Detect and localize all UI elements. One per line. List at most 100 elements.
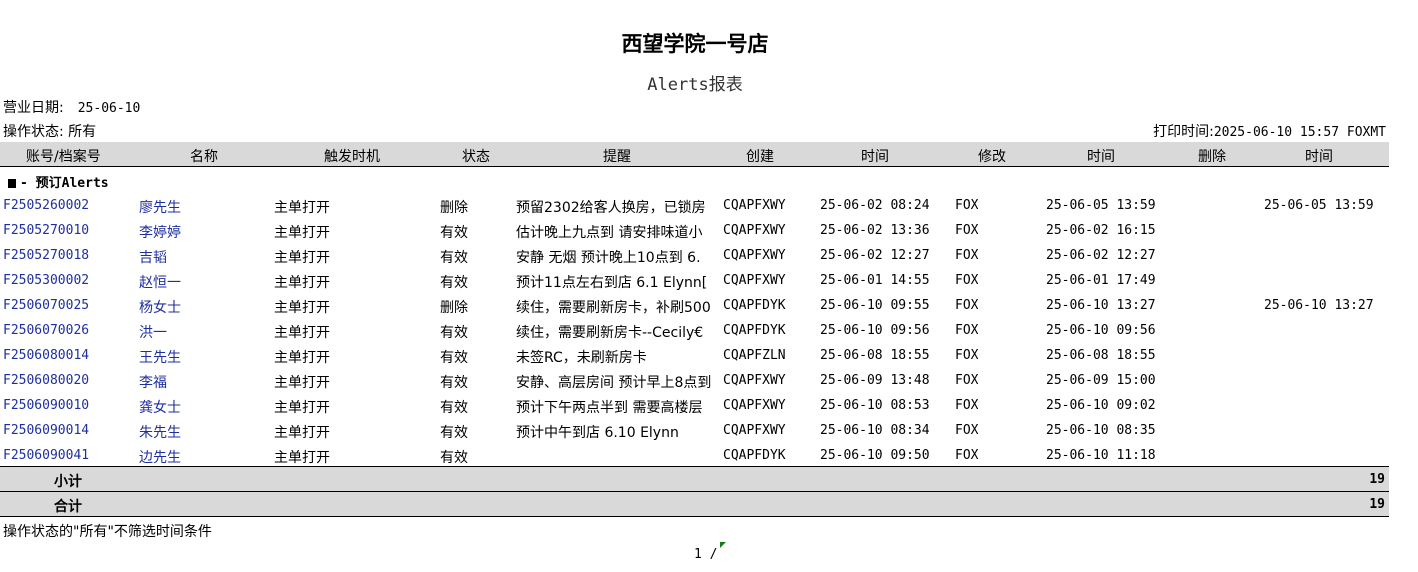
total-label: 合计	[54, 499, 82, 515]
alert-status: 有效	[440, 375, 468, 391]
modified-by: FOX	[955, 323, 979, 338]
table-row: F2505270010 李婷婷 主单打开 有效 估计晚上九点到 请安排味道小 CQAPFX…	[0, 218, 1389, 243]
table-row: F2506090014 朱先生 主单打开 有效 预计中午到店 6.10 Elynn CQA…	[0, 418, 1389, 443]
table-row: F2505300002 赵恒一 主单打开 有效 预计11点左右到店 6.1 Elynn[…	[0, 268, 1389, 293]
subtotal-row: 小计 19	[0, 466, 1389, 491]
created-by: CQAPFXWY	[723, 273, 786, 288]
alert-status: 有效	[440, 350, 468, 366]
modified-by: FOX	[955, 223, 979, 238]
trigger-timing: 主单打开	[274, 200, 330, 216]
status-filter-line: 操作状态: 所有	[3, 124, 97, 140]
group-header: - 预订Alerts	[8, 172, 109, 191]
table-row: F2506090010 龚女士 主单打开 有效 预计下午两点半到 需要高楼层 CQAPFX…	[0, 393, 1389, 418]
account-number[interactable]: F2505270010	[3, 223, 89, 238]
alert-status: 删除	[440, 200, 468, 216]
modified-by: FOX	[955, 423, 979, 438]
created-time: 25-06-08 18:55	[820, 348, 930, 363]
account-number[interactable]: F2505300002	[3, 273, 89, 288]
table-row: F2506080014 王先生 主单打开 有效 未签RC，未刷新房卡 CQAPFZLN 25…	[0, 343, 1389, 368]
alert-status: 有效	[440, 250, 468, 266]
created-by: CQAPFXWY	[723, 398, 786, 413]
page-indicator: 1 /	[694, 547, 718, 562]
created-by: CQAPFDYK	[723, 298, 786, 313]
business-date-line: 营业日期: 25-06-10	[3, 97, 140, 117]
account-number[interactable]: F2506090014	[3, 423, 89, 438]
table-row: F2506070025 杨女士 主单打开 删除 续住，需要刷新房卡，补刷500 CQAPF…	[0, 293, 1389, 318]
modified-time: 25-06-02 16:15	[1046, 223, 1156, 238]
account-number[interactable]: F2506090041	[3, 448, 89, 463]
status-col-header: 状态	[462, 149, 490, 165]
reminder-text: 续住，需要刷新房卡，补刷500	[516, 300, 711, 316]
guest-name: 洪一	[139, 325, 167, 341]
trigger-col-header: 触发时机	[324, 149, 380, 165]
trigger-timing: 主单打开	[274, 325, 330, 341]
square-bullet-icon	[8, 178, 16, 188]
reminder-text: 未签RC，未刷新房卡	[516, 350, 647, 366]
account-number[interactable]: F2506080020	[3, 373, 89, 388]
created-by: CQAPFZLN	[723, 348, 786, 363]
trigger-timing: 主单打开	[274, 350, 330, 366]
account-number[interactable]: F2506070026	[3, 323, 89, 338]
created-by: CQAPFXWY	[723, 223, 786, 238]
guest-name: 赵恒一	[139, 275, 181, 291]
footnote: 操作状态的"所有"不筛选时间条件	[3, 524, 212, 540]
reminder-col-header: 提醒	[603, 149, 631, 165]
reminder-text: 预计中午到店 6.10 Elynn	[516, 425, 679, 441]
trigger-timing: 主单打开	[274, 250, 330, 266]
trigger-timing: 主单打开	[274, 375, 330, 391]
reminder-text: 安静、高层房间 预计早上8点到	[516, 375, 712, 391]
modified-by: FOX	[955, 398, 979, 413]
created-time-col-header: 时间	[861, 149, 889, 165]
account-number[interactable]: F2506080014	[3, 348, 89, 363]
guest-name: 李婷婷	[139, 225, 181, 241]
created-time: 25-06-10 09:50	[820, 448, 930, 463]
group-label: - 预订Alerts	[20, 176, 109, 191]
created-by: CQAPFXWY	[723, 423, 786, 438]
deleted-time: 25-06-05 13:59	[1264, 198, 1374, 213]
corner-marker-icon	[720, 542, 726, 548]
modified-time: 25-06-10 13:27	[1046, 298, 1156, 313]
table-row: F2505260002 廖先生 主单打开 删除 预留2302给客人换房，已锁房 CQAPF…	[0, 193, 1389, 218]
guest-name: 边先生	[139, 450, 181, 466]
created-by: CQAPFXWY	[723, 373, 786, 388]
modified-time-col-header: 时间	[1087, 149, 1115, 165]
created-by: CQAPFDYK	[723, 448, 786, 463]
trigger-timing: 主单打开	[274, 225, 330, 241]
account-col-header: 账号/档案号	[26, 149, 101, 165]
created-by: CQAPFXWY	[723, 198, 786, 213]
account-number[interactable]: F2506070025	[3, 298, 89, 313]
created-time: 25-06-02 12:27	[820, 248, 930, 263]
created-by: CQAPFDYK	[723, 323, 786, 338]
total-value: 19	[1369, 497, 1385, 512]
guest-name: 龚女士	[139, 400, 181, 416]
created-time: 25-06-09 13:48	[820, 373, 930, 388]
modified-by: FOX	[955, 248, 979, 263]
modified-time: 25-06-02 12:27	[1046, 248, 1156, 263]
modified-by: FOX	[955, 298, 979, 313]
modified-time: 25-06-09 15:00	[1046, 373, 1156, 388]
trigger-timing: 主单打开	[274, 450, 330, 466]
account-number[interactable]: F2505260002	[3, 198, 89, 213]
table-row: F2506070026 洪一 主单打开 有效 续住，需要刷新房卡--Cecily€ CQA…	[0, 318, 1389, 343]
trigger-timing: 主单打开	[274, 400, 330, 416]
deleted-by-col-header: 删除	[1198, 149, 1226, 165]
modified-time: 25-06-10 09:56	[1046, 323, 1156, 338]
modified-time: 25-06-10 09:02	[1046, 398, 1156, 413]
modified-by: FOX	[955, 273, 979, 288]
modified-time: 25-06-10 11:18	[1046, 448, 1156, 463]
created-time: 25-06-01 14:55	[820, 273, 930, 288]
deleted-time: 25-06-10 13:27	[1264, 298, 1374, 313]
modified-time: 25-06-08 18:55	[1046, 348, 1156, 363]
account-number[interactable]: F2506090010	[3, 398, 89, 413]
guest-name: 李福	[139, 375, 167, 391]
print-time-label: 打印时间:	[1153, 124, 1214, 140]
subtotal-label: 小计	[54, 474, 82, 490]
alert-status: 有效	[440, 325, 468, 341]
account-number[interactable]: F2505270018	[3, 248, 89, 263]
trigger-timing: 主单打开	[274, 425, 330, 441]
print-time: 打印时间:2025-06-10 15:57 FOXMT	[1153, 121, 1386, 141]
deleted-time-col-header: 时间	[1305, 149, 1333, 165]
reminder-text: 安静 无烟 预计晚上10点到 6.	[516, 250, 701, 266]
table-bottom-rule	[0, 516, 1389, 517]
modified-by-col-header: 修改	[978, 149, 1006, 165]
